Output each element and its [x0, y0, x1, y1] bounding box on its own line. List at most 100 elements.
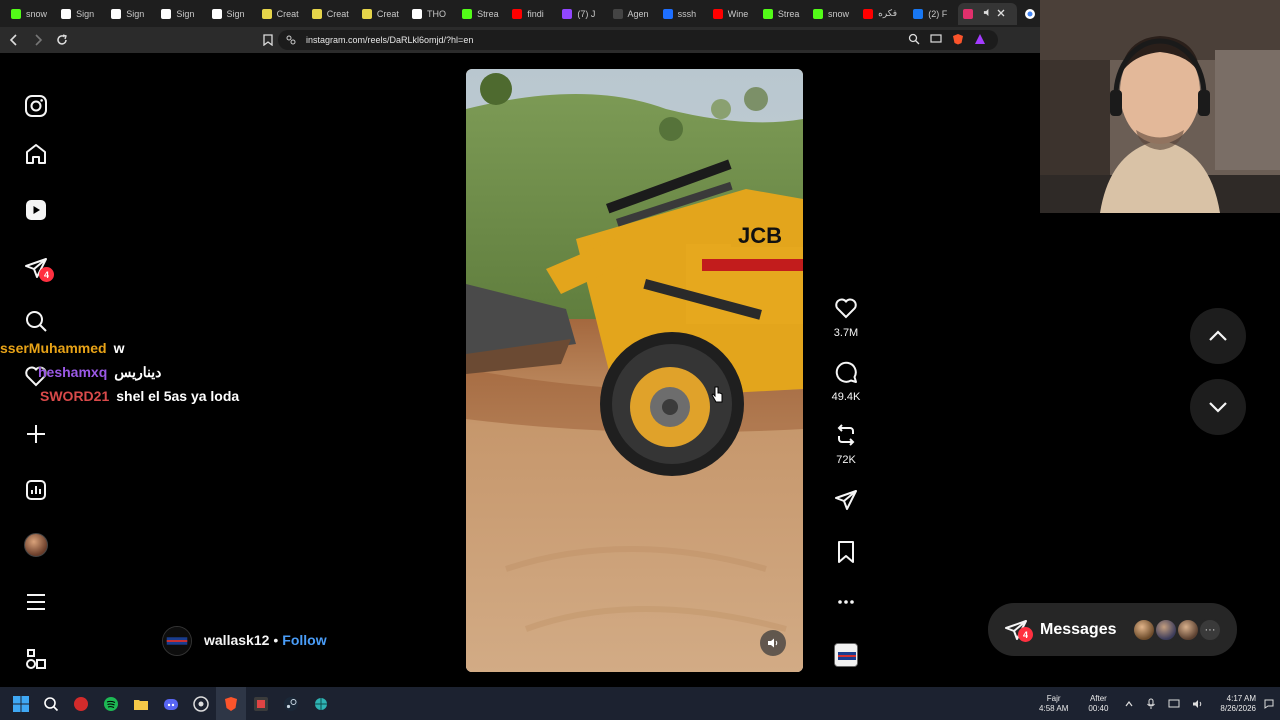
menu-icon[interactable]	[22, 588, 50, 616]
back-button[interactable]	[4, 30, 24, 50]
browser-tab[interactable]: Sign	[56, 3, 106, 25]
tab-favicon-icon	[161, 8, 172, 19]
microphone-icon[interactable]	[1146, 698, 1156, 710]
brave-rewards-icon[interactable]	[974, 33, 986, 45]
browser-tab[interactable]: Strea	[758, 3, 808, 25]
tab-label: Strea	[777, 8, 800, 19]
author-avatar[interactable]	[162, 626, 192, 656]
more-options-action[interactable]	[826, 592, 866, 617]
app-dark-icon[interactable]	[246, 687, 276, 720]
browser-tab[interactable]: فكره	[858, 3, 908, 25]
browser-tab[interactable]: Agen	[608, 3, 658, 25]
windows-taskbar: Fajr 4:58 AM After 00:40 4:17 AM 8/26/20…	[0, 687, 1280, 720]
browser-tab[interactable]: Strea	[457, 3, 507, 25]
brave-shield-icon[interactable]	[952, 33, 964, 45]
tab-favicon-icon	[712, 8, 723, 19]
audio-track-thumbnail[interactable]	[834, 643, 858, 667]
previous-reel-button[interactable]	[1190, 308, 1246, 364]
app-red-icon[interactable]	[66, 687, 96, 720]
browser-tab[interactable]: Sign	[156, 3, 206, 25]
create-plus-icon[interactable]	[22, 420, 50, 448]
follow-button[interactable]: Follow	[282, 632, 326, 648]
windows-start-icon[interactable]	[6, 687, 36, 720]
tab-close-icon[interactable]	[997, 9, 1005, 19]
forward-arrow-icon	[35, 34, 43, 46]
author-username[interactable]: wallask12	[204, 632, 269, 648]
address-bar[interactable]: instagram.com/reels/DaRLkl6omjd/?hl=en	[278, 30, 998, 50]
share-icon	[835, 490, 857, 510]
tab-label: Creat	[326, 8, 349, 19]
save-action[interactable]	[826, 540, 866, 569]
browser-tab[interactable]: findi	[507, 3, 557, 25]
new-tab-icon[interactable]	[1021, 4, 1040, 24]
like-action[interactable]: 3.7M	[826, 296, 866, 339]
author-line: wallask12 • Follow	[204, 632, 327, 650]
tab-label: Sign	[126, 8, 145, 19]
next-reel-button[interactable]	[1190, 379, 1246, 435]
tab-label: snow	[828, 8, 850, 19]
browser-tab-strip: snow Sign Sign Sign Sign Creat Creat Creat THO St…	[0, 0, 1040, 27]
reel-video[interactable]: JCB	[466, 69, 803, 672]
tray-chevron-up-icon[interactable]	[1124, 699, 1134, 709]
tab-label: findi	[527, 8, 544, 19]
browser-tab[interactable]: THO	[407, 3, 457, 25]
contact-avatar	[1154, 618, 1178, 642]
audio-toggle-button[interactable]	[760, 630, 786, 656]
author-separator: •	[273, 632, 279, 648]
spotify-icon[interactable]	[96, 687, 126, 720]
webcam-overlay	[1040, 0, 1280, 213]
reel-author-row: wallask12 • Follow	[162, 626, 327, 656]
bookmark-page-button[interactable]	[258, 30, 278, 50]
tab-label: Creat	[376, 8, 399, 19]
search-icon[interactable]	[22, 307, 50, 335]
browser-tab[interactable]: (7) J	[557, 3, 607, 25]
profile-avatar[interactable]	[24, 533, 48, 557]
network-icon[interactable]	[1168, 699, 1180, 709]
chevron-down-icon	[1209, 402, 1227, 413]
network-app-icon[interactable]	[306, 687, 336, 720]
back-arrow-icon	[9, 34, 17, 46]
address-bar-actions	[908, 33, 986, 45]
browser-tab[interactable]: Sign	[207, 3, 257, 25]
direct-notification-badge: 4	[39, 267, 54, 282]
taskbar-search-icon[interactable]	[36, 687, 66, 720]
forward-button[interactable]	[28, 30, 48, 50]
speaker-icon	[768, 638, 778, 648]
brave-browser-icon[interactable]	[216, 687, 246, 720]
instagram-logo-icon[interactable]	[22, 92, 50, 120]
steam-icon[interactable]	[276, 687, 306, 720]
comment-count: 49.4K	[831, 391, 861, 403]
browser-tab[interactable]: Creat	[257, 3, 307, 25]
more-apps-icon[interactable]	[22, 645, 50, 673]
browser-tab[interactable]: Wine	[708, 3, 758, 25]
discord-icon[interactable]	[156, 687, 186, 720]
volume-icon[interactable]	[1192, 699, 1204, 709]
reload-button[interactable]	[52, 30, 72, 50]
zoom-icon[interactable]	[908, 33, 920, 45]
reels-icon[interactable]	[22, 196, 50, 224]
browser-tab[interactable]: Creat	[307, 3, 357, 25]
repost-action[interactable]: 72K	[826, 423, 866, 466]
browser-tab[interactable]: Sign	[106, 3, 156, 25]
browser-tab[interactable]: sssh	[658, 3, 708, 25]
comment-action[interactable]: 49.4K	[826, 360, 866, 403]
message-avatar-stack: ···	[1132, 618, 1222, 642]
home-icon[interactable]	[22, 140, 50, 168]
browser-tab[interactable]: (2) F	[908, 3, 958, 25]
file-explorer-icon[interactable]	[126, 687, 156, 720]
notification-center-icon[interactable]	[1264, 699, 1274, 709]
browser-tab[interactable]: Creat	[357, 3, 407, 25]
dashboard-icon[interactable]	[22, 476, 50, 504]
cast-icon[interactable]	[930, 33, 942, 45]
after-label: After	[1089, 693, 1107, 703]
share-action[interactable]	[826, 488, 866, 517]
prayer-time: 4:58 AM	[1039, 703, 1069, 713]
browser-tab[interactable]: snow	[808, 3, 858, 25]
browser-tab[interactable]: snow	[6, 3, 56, 25]
browser-tab-active[interactable]	[958, 2, 1017, 25]
prayer-countdown-widget[interactable]: After 00:40	[1088, 694, 1108, 714]
prayer-time-widget[interactable]: Fajr 4:58 AM	[1039, 694, 1068, 714]
clock[interactable]: 4:17 AM 8/26/2026	[1220, 694, 1256, 714]
obs-icon[interactable]	[186, 687, 216, 720]
tab-audio-icon[interactable]	[983, 8, 992, 19]
